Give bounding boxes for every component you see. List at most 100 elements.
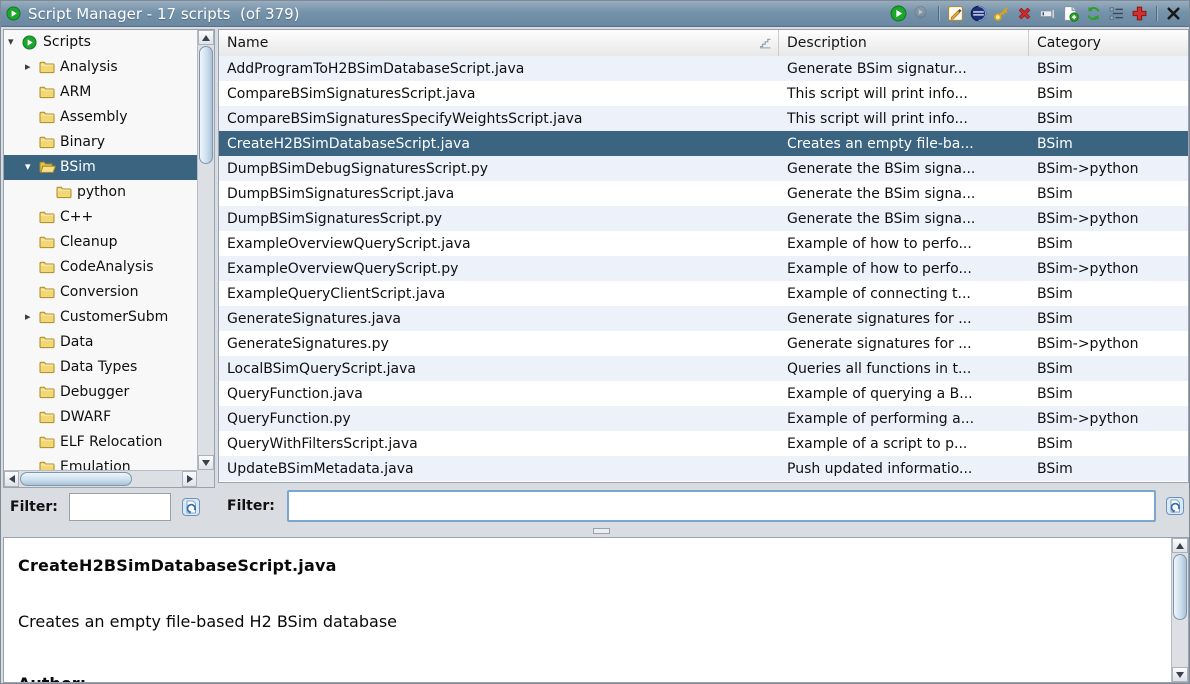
table-row[interactable]: GenerateSignatures.pyGenerate signatures… [219, 331, 1188, 356]
tree-item-assembly[interactable]: Assembly [4, 105, 197, 130]
column-header-category[interactable]: Category [1029, 30, 1188, 56]
tree-item-data-types[interactable]: Data Types [4, 355, 197, 380]
cell-category: BSim->python [1029, 406, 1188, 431]
table-row[interactable]: AddProgramToH2BSimDatabaseScript.javaGen… [219, 56, 1188, 81]
scripts-root-icon [22, 35, 37, 50]
tree-scrollbar-thumb[interactable] [199, 46, 213, 164]
table-row[interactable]: ExampleOverviewQueryScript.javaExample o… [219, 231, 1188, 256]
tree-item-label: Assembly [60, 109, 127, 125]
table-row[interactable]: DumpBSimDebugSignaturesScript.pyGenerate… [219, 156, 1188, 181]
folder-icon [56, 185, 72, 199]
tree-filter-input[interactable] [69, 493, 171, 521]
table-row[interactable]: CompareBSimSignaturesScript.javaThis scr… [219, 81, 1188, 106]
table-row[interactable]: CreateH2BSimDatabaseScript.javaCreates a… [219, 131, 1188, 156]
scroll-up-button[interactable] [198, 30, 214, 45]
column-header-name[interactable]: Name [219, 30, 779, 56]
scroll-up-button[interactable] [1172, 538, 1188, 553]
tree-item-data[interactable]: Data [4, 330, 197, 355]
table-row[interactable]: LocalBSimQueryScript.javaQueries all fun… [219, 356, 1188, 381]
rerun-last-script-button[interactable] [912, 4, 931, 23]
tree-item-arm[interactable]: ARM [4, 80, 197, 105]
cell-category: BSim [1029, 181, 1188, 206]
table-row[interactable]: ExampleOverviewQueryScript.pyExample of … [219, 256, 1188, 281]
cell-category: BSim [1029, 431, 1188, 456]
cell-name: QueryFunction.py [219, 406, 779, 431]
tree-item-elf-relocation[interactable]: ELF Relocation [4, 430, 197, 455]
refresh-scripts-icon [1085, 5, 1102, 22]
folder-icon [39, 260, 55, 274]
tree-item-codeanalysis[interactable]: CodeAnalysis [4, 255, 197, 280]
table-row[interactable]: DumpBSimSignaturesScript.javaGenerate th… [219, 181, 1188, 206]
expand-icon[interactable]: ▸ [25, 61, 31, 73]
tree-item-python[interactable]: python [4, 180, 197, 205]
table-row[interactable]: QueryFunction.pyExample of performing a.… [219, 406, 1188, 431]
detail-vertical-scrollbar[interactable] [1171, 538, 1188, 682]
scroll-left-button[interactable] [4, 471, 19, 487]
tree-item-label: Emulation [60, 459, 131, 470]
tree-vertical-scrollbar[interactable] [197, 30, 214, 470]
tree-item-dwarf[interactable]: DWARF [4, 405, 197, 430]
script-directories-button[interactable] [1107, 4, 1126, 23]
cell-category: BSim->python [1029, 331, 1188, 356]
delete-script-button[interactable] [1015, 4, 1034, 23]
folder-icon [39, 135, 55, 149]
splitter-handle-icon[interactable] [593, 528, 610, 534]
collapse-icon[interactable]: ▾ [8, 36, 14, 48]
column-header-description[interactable]: Description [779, 30, 1029, 56]
cell-description: Creates an empty file-ba... [779, 131, 1029, 156]
filter-options-icon [1165, 496, 1185, 516]
tree-hscrollbar-thumb[interactable] [20, 472, 132, 486]
run-script-icon [890, 5, 907, 22]
table-row[interactable]: DumpBSimSignaturesScript.pyGenerate the … [219, 206, 1188, 231]
table-row[interactable]: QueryFunction.javaExample of querying a … [219, 381, 1188, 406]
scrollbar-corner [197, 470, 214, 487]
scroll-down-button[interactable] [198, 455, 214, 470]
scroll-right-button[interactable] [182, 471, 197, 487]
run-script-button[interactable] [889, 4, 908, 23]
assign-key-binding-button[interactable] [992, 4, 1011, 23]
table-row[interactable]: UpdateBSimMetadata.javaPush updated info… [219, 456, 1188, 481]
tree-item-binary[interactable]: Binary [4, 130, 197, 155]
cell-name: ExampleQueryClientScript.java [219, 281, 779, 306]
table-filter-options-button[interactable] [1165, 496, 1185, 516]
assign-key-binding-icon [993, 5, 1010, 22]
tree-item-c[interactable]: C++ [4, 205, 197, 230]
table-row[interactable]: CompareBSimSignaturesSpecifyWeightsScrip… [219, 106, 1188, 131]
table-filter-input[interactable] [287, 490, 1156, 522]
table-row[interactable]: ExampleQueryClientScript.javaExample of … [219, 281, 1188, 306]
tree-item-customersubm[interactable]: ▸CustomerSubm [4, 305, 197, 330]
edit-in-eclipse-button[interactable] [969, 4, 988, 23]
tree-item-conversion[interactable]: Conversion [4, 280, 197, 305]
scroll-down-button[interactable] [1172, 667, 1188, 682]
new-script-button[interactable] [1061, 4, 1080, 23]
cell-name: CreateH2BSimDatabaseScript.java [219, 131, 779, 156]
collapse-icon[interactable]: ▾ [25, 161, 31, 173]
tree-filter-options-button[interactable] [181, 497, 201, 517]
api-help-button[interactable] [1130, 4, 1149, 23]
detail-scrollbar-thumb[interactable] [1173, 554, 1187, 620]
detail-script-name: CreateH2BSimDatabaseScript.java [18, 556, 337, 575]
tree-item-analysis[interactable]: ▸Analysis [4, 55, 197, 80]
refresh-scripts-button[interactable] [1084, 4, 1103, 23]
expand-icon[interactable]: ▸ [25, 311, 31, 323]
cell-category: BSim [1029, 456, 1188, 481]
script-manager-window: Script Manager - 17 scripts (of 379) ▾Sc… [0, 0, 1190, 684]
table-row[interactable]: QueryWithFiltersScript.javaExample of a … [219, 431, 1188, 456]
cell-category: BSim [1029, 381, 1188, 406]
tree-item-scripts[interactable]: ▾Scripts [4, 30, 197, 55]
script-description-content: CreateH2BSimDatabaseScript.java Creates … [4, 538, 1170, 682]
cell-name: DumpBSimSignaturesScript.py [219, 206, 779, 231]
tree-item-emulation[interactable]: Emulation [4, 455, 197, 470]
cell-description: This script will print info... [779, 106, 1029, 131]
tree-horizontal-scrollbar[interactable] [4, 470, 197, 487]
table-row[interactable]: GenerateSignatures.javaGenerate signatur… [219, 306, 1188, 331]
detail-clipped-line: Author: [18, 674, 86, 682]
close-window-button[interactable] [1164, 4, 1183, 23]
tree-item-debugger[interactable]: Debugger [4, 380, 197, 405]
tree-item-bsim[interactable]: ▾BSim [4, 155, 197, 180]
rename-script-button[interactable] [1038, 4, 1057, 23]
titlebar[interactable]: Script Manager - 17 scripts (of 379) [1, 1, 1189, 27]
edit-script-button[interactable] [946, 4, 965, 23]
splitter[interactable] [1, 525, 1189, 537]
tree-item-cleanup[interactable]: Cleanup [4, 230, 197, 255]
